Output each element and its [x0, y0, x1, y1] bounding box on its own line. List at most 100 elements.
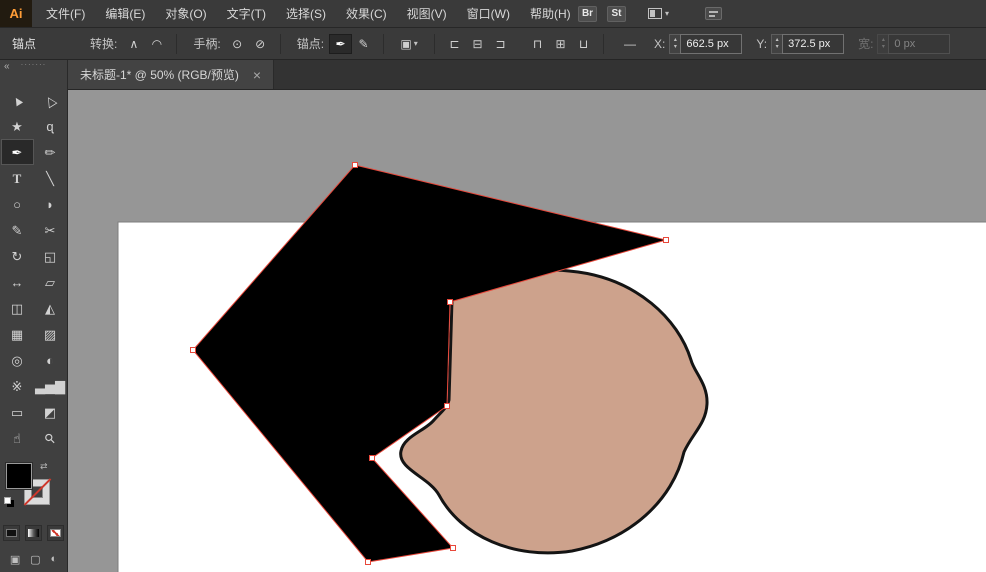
workspace-switcher-button[interactable]: ▾: [648, 8, 669, 19]
dash-icon: —: [624, 37, 636, 51]
anchor-point[interactable]: [370, 456, 375, 461]
blend-tool-icon: ◐: [46, 354, 54, 367]
isolate-mode-button[interactable]: ▣▾: [392, 34, 426, 54]
free-transform-tool[interactable]: ▱: [34, 269, 67, 295]
artboard-tool[interactable]: ▭: [1, 399, 34, 425]
stepper-up-icon[interactable]: ▴: [776, 37, 779, 44]
anchor-point[interactable]: [353, 163, 358, 168]
document-tab[interactable]: 未标题-1* @ 50% (RGB/预览) ×: [68, 60, 274, 89]
blob-brush-tool[interactable]: ◗: [34, 191, 67, 217]
align-horizontal-right-button[interactable]: ⊐: [489, 34, 512, 54]
menu-item[interactable]: 选择(S): [276, 0, 336, 27]
perspective-grid-tool[interactable]: ◭: [34, 295, 67, 321]
anchor-point[interactable]: [445, 404, 450, 409]
show-handles-button[interactable]: ⊙: [226, 34, 249, 54]
anchor-point[interactable]: [451, 546, 456, 551]
pencil-tool-icon: ✎: [12, 224, 23, 237]
artwork-svg: [68, 90, 986, 572]
scale-tool[interactable]: ◱: [34, 243, 67, 269]
cb-fields: X:▴▾662.5 pxY:▴▾372.5 px宽:▴▾0 px: [640, 34, 950, 54]
menu-item[interactable]: 文件(F): [36, 0, 95, 27]
type-tool[interactable]: T: [1, 165, 34, 191]
default-fill-stroke-icon[interactable]: [4, 497, 11, 504]
column-graph-tool[interactable]: ▃▅▇: [34, 373, 67, 399]
collapse-panel-button[interactable]: «: [4, 61, 10, 72]
gradient-swatch-icon: [28, 529, 39, 537]
scissors-tool[interactable]: ✂: [34, 217, 67, 243]
anchor-point[interactable]: [448, 300, 453, 305]
ellipse-tool[interactable]: ○: [1, 191, 34, 217]
pen-tool[interactable]: ✒: [1, 139, 34, 165]
y-position-field-input[interactable]: 372.5 px: [782, 34, 844, 54]
x-position-field-stepper[interactable]: ▴▾: [669, 34, 680, 54]
align-horizontal-center-button[interactable]: ⊟: [466, 34, 489, 54]
x-position-field-input[interactable]: 662.5 px: [680, 34, 742, 54]
draw-normal-button[interactable]: ▣: [10, 553, 20, 566]
gradient-tool[interactable]: ▨: [34, 321, 67, 347]
gradient-button[interactable]: [25, 525, 42, 541]
stepper-down-icon[interactable]: ▾: [674, 44, 677, 51]
swap-fill-stroke-icon[interactable]: ⇄: [40, 461, 48, 472]
convert-smooth-button[interactable]: ◠: [145, 34, 168, 54]
zoom-tool-icon: ⚲: [42, 430, 58, 446]
screen-mode-button[interactable]: ◐: [50, 553, 57, 566]
menu-item[interactable]: 效果(C): [336, 0, 397, 27]
magic-wand-tool[interactable]: ★: [1, 113, 34, 139]
zoom-tool[interactable]: ⚲: [34, 425, 67, 451]
none-button[interactable]: [47, 525, 64, 541]
slice-tool[interactable]: ◩: [34, 399, 67, 425]
bridge-button[interactable]: Br: [578, 6, 597, 22]
selection-tool[interactable]: ▲: [1, 87, 34, 113]
paintbrush-tool[interactable]: ✏: [34, 139, 67, 165]
menu-item[interactable]: 文字(T): [217, 0, 276, 27]
app-logo[interactable]: Ai: [0, 0, 32, 27]
pencil-tool[interactable]: ✎: [1, 217, 34, 243]
blend-tool[interactable]: ◐: [34, 347, 67, 373]
align-vertical-center-button[interactable]: ⊞: [549, 34, 572, 54]
direct-selection-tool[interactable]: △: [34, 87, 67, 113]
mesh-tool[interactable]: ▦: [1, 321, 34, 347]
width-tool[interactable]: ↔: [1, 269, 34, 295]
menu-item[interactable]: 视图(V): [397, 0, 457, 27]
cb-groups: 转换:∧◠手柄:⊙⊘锚点:✒✎: [82, 34, 392, 54]
menu-item[interactable]: 帮助(H): [520, 0, 581, 27]
lasso-tool[interactable]: ɋ: [34, 113, 67, 139]
tab-close-icon[interactable]: ×: [253, 67, 261, 83]
symbol-sprayer-tool[interactable]: ※: [1, 373, 34, 399]
anchor-point[interactable]: [191, 348, 196, 353]
stepper-up-icon[interactable]: ▴: [674, 37, 677, 44]
panel-grip[interactable]: ·······: [21, 60, 47, 69]
align-vertical-bottom-button[interactable]: ⊔: [572, 34, 595, 54]
app-extra-icon[interactable]: [705, 7, 722, 20]
canvas-area[interactable]: [68, 90, 986, 572]
eyedropper-tool[interactable]: ◎: [1, 347, 34, 373]
group-label: 转换:: [90, 35, 117, 52]
menu-item[interactable]: 编辑(E): [95, 0, 155, 27]
hide-handles-button[interactable]: ⊘: [249, 34, 272, 54]
separator: [434, 34, 435, 54]
add-anchor-button[interactable]: ✎: [352, 34, 375, 54]
width-field-stepper[interactable]: ▴▾: [877, 34, 888, 54]
remove-anchor-button[interactable]: ✒: [329, 34, 352, 54]
color-button[interactable]: [3, 525, 20, 541]
align-vertical-top-button[interactable]: ⊓: [526, 34, 549, 54]
align-horizontal-left-button[interactable]: ⊏: [443, 34, 466, 54]
convert-corner-button[interactable]: ∧: [122, 34, 145, 54]
stock-button[interactable]: St: [607, 6, 626, 22]
line-segment-tool[interactable]: ╲: [34, 165, 67, 191]
stepper-down-icon[interactable]: ▾: [882, 44, 885, 51]
stepper-down-icon[interactable]: ▾: [776, 44, 779, 51]
hand-tool[interactable]: ☝: [1, 425, 34, 451]
rotate-tool[interactable]: ↻: [1, 243, 34, 269]
width-field-input: 0 px: [888, 34, 950, 54]
shape-builder-tool[interactable]: ◫: [1, 295, 34, 321]
anchor-point[interactable]: [664, 238, 669, 243]
menu-item[interactable]: 对象(O): [155, 0, 216, 27]
y-position-field-stepper[interactable]: ▴▾: [771, 34, 782, 54]
menu-item[interactable]: 窗口(W): [457, 0, 520, 27]
fill-swatch[interactable]: [6, 463, 32, 489]
stepper-up-icon[interactable]: ▴: [882, 37, 885, 44]
ellipse-tool-icon: ○: [13, 198, 21, 211]
anchor-point[interactable]: [366, 560, 371, 565]
draw-behind-button[interactable]: ▢: [30, 553, 40, 566]
